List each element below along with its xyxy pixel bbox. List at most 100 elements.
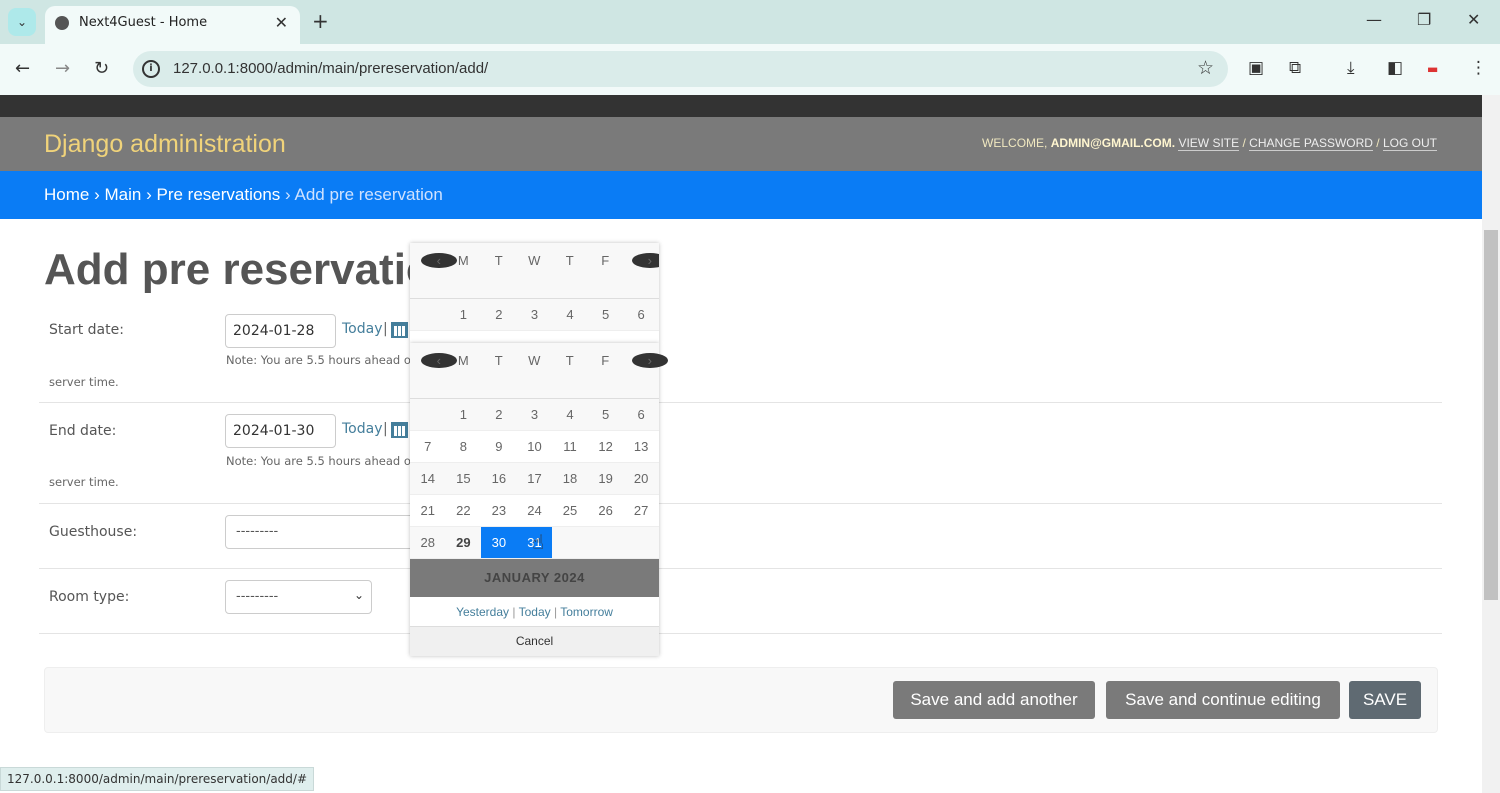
calendar-day[interactable]: 2 bbox=[481, 299, 517, 330]
end-date-input[interactable]: 2024-01-30 bbox=[225, 414, 336, 448]
calendar-day bbox=[410, 399, 446, 430]
change-password-link[interactable]: CHANGE PASSWORD bbox=[1249, 136, 1373, 151]
calendar-day[interactable]: 16 bbox=[481, 463, 517, 494]
new-tab-button[interactable]: + bbox=[312, 9, 329, 33]
calendar-day[interactable]: 2 bbox=[481, 399, 517, 430]
forward-button[interactable]: → bbox=[55, 58, 70, 79]
start-date-input[interactable]: 2024-01-28 bbox=[225, 314, 336, 348]
side-panel-icon[interactable]: ◧ bbox=[1387, 58, 1403, 78]
calendar-icon[interactable] bbox=[391, 322, 408, 338]
reload-button[interactable]: ↻ bbox=[94, 58, 109, 79]
next-month-icon[interactable]: › bbox=[632, 353, 668, 368]
breadcrumb-current: Add pre reservation bbox=[294, 185, 443, 204]
calendar-day[interactable]: 26 bbox=[588, 495, 624, 526]
calendar-day[interactable]: 3 bbox=[517, 399, 553, 430]
tomorrow-link[interactable]: Tomorrow bbox=[560, 605, 613, 619]
separator: | bbox=[383, 321, 388, 337]
timezone-note: Note: You are 5.5 hours ahead of bbox=[226, 353, 415, 367]
calendar-day[interactable]: 6 bbox=[623, 299, 659, 330]
calendar-day[interactable]: 25 bbox=[552, 495, 588, 526]
site-info-icon[interactable]: i bbox=[142, 60, 160, 78]
yesterday-link[interactable]: Yesterday bbox=[456, 605, 509, 619]
breadcrumb-home[interactable]: Home bbox=[44, 185, 89, 204]
save-and-add-another-button[interactable]: Save and add another bbox=[893, 681, 1095, 719]
calendar-day[interactable]: 23 bbox=[481, 495, 517, 526]
calendar-day[interactable]: 5 bbox=[588, 299, 624, 330]
calendar-day[interactable]: 28 bbox=[410, 527, 446, 558]
calendar-day[interactable]: 20 bbox=[623, 463, 659, 494]
save-and-continue-button[interactable]: Save and continue editing bbox=[1106, 681, 1340, 719]
calendar-day[interactable]: 29 bbox=[446, 527, 482, 558]
close-window-button[interactable]: ✕ bbox=[1467, 10, 1480, 29]
tab-search-button[interactable]: ⌄ bbox=[8, 8, 36, 36]
page-title: Add pre reservation bbox=[44, 245, 460, 294]
tab-title: Next4Guest - Home bbox=[79, 15, 208, 30]
calendar-week: 7 8 9 10 11 12 13 bbox=[410, 431, 659, 463]
calendar-day[interactable]: 24 bbox=[517, 495, 553, 526]
calendar-day[interactable]: 19 bbox=[588, 463, 624, 494]
calendar-icon[interactable] bbox=[391, 422, 408, 438]
calendar-day[interactable]: 9 bbox=[481, 431, 517, 462]
username: ADMIN@GMAIL.COM. bbox=[1050, 136, 1176, 150]
today-link[interactable]: Today bbox=[519, 605, 551, 619]
room-type-label: Room type: bbox=[49, 589, 130, 605]
menu-kebab-icon[interactable]: ⋮ bbox=[1470, 58, 1487, 78]
restore-button[interactable]: ❐ bbox=[1417, 10, 1431, 29]
browser-tab[interactable]: Next4Guest - Home ✕ bbox=[45, 6, 300, 44]
calendar-day[interactable]: 8 bbox=[446, 431, 482, 462]
minimize-button[interactable]: — bbox=[1366, 10, 1382, 29]
weekday-label: T bbox=[494, 353, 503, 368]
end-today-link[interactable]: Today bbox=[342, 421, 383, 437]
calendar-day[interactable]: 12 bbox=[588, 431, 624, 462]
scrollbar-thumb[interactable] bbox=[1484, 230, 1498, 600]
save-button[interactable]: SAVE bbox=[1349, 681, 1421, 719]
calendar-day[interactable]: 5 bbox=[588, 399, 624, 430]
weekday-label: W bbox=[528, 353, 541, 368]
breadcrumb-sep: › bbox=[285, 185, 291, 204]
separator: | bbox=[553, 605, 558, 619]
calendar-day[interactable]: 15 bbox=[446, 463, 482, 494]
calendar-day[interactable]: 27 bbox=[623, 495, 659, 526]
extensions-puzzle-icon[interactable]: ⧉ bbox=[1289, 58, 1301, 78]
download-icon[interactable]: ⤓ bbox=[1347, 58, 1355, 78]
calendar-day[interactable]: 13 bbox=[623, 431, 659, 462]
calendar-day[interactable]: 6 bbox=[623, 399, 659, 430]
logout-link[interactable]: LOG OUT bbox=[1382, 136, 1437, 151]
calendar-day[interactable]: 3 bbox=[517, 299, 553, 330]
calendar-day[interactable]: 1 bbox=[446, 399, 482, 430]
calendar-week: 123456 bbox=[410, 399, 659, 431]
breadcrumb-main[interactable]: Main bbox=[105, 185, 142, 204]
calendar-day[interactable]: 17 bbox=[517, 463, 553, 494]
calendar-day[interactable]: 4 bbox=[552, 399, 588, 430]
url-text: 127.0.0.1:8000/admin/main/prereservation… bbox=[173, 60, 489, 77]
site-brand[interactable]: Django administration bbox=[44, 130, 286, 159]
calendar-day[interactable]: 30 bbox=[481, 527, 517, 558]
profile-extension-icon[interactable]: ▣ bbox=[1248, 58, 1264, 78]
extension-badge-icon[interactable]: ▬ bbox=[1427, 62, 1438, 76]
calendar-day[interactable]: 10 bbox=[517, 431, 553, 462]
hand-cursor-icon: ☝ bbox=[532, 530, 545, 554]
next-month-icon[interactable]: › bbox=[632, 253, 659, 268]
calendar-day[interactable]: 14 bbox=[410, 463, 446, 494]
address-bar[interactable]: i 127.0.0.1:8000/admin/main/prereservati… bbox=[133, 51, 1228, 87]
breadcrumb-pre-reservations[interactable]: Pre reservations bbox=[157, 185, 281, 204]
calendar-day[interactable]: 18 bbox=[552, 463, 588, 494]
calendar-weekday-header: ‹ M T W T F › bbox=[410, 243, 659, 299]
calendar-cancel-button[interactable]: Cancel bbox=[410, 627, 659, 656]
close-tab-icon[interactable]: ✕ bbox=[275, 13, 288, 32]
weekday-label: W bbox=[528, 253, 541, 268]
start-today-link[interactable]: Today bbox=[342, 321, 383, 337]
calendar-day[interactable]: 22 bbox=[446, 495, 482, 526]
room-type-select[interactable]: --------- bbox=[225, 580, 372, 614]
calendar-day[interactable]: 7 bbox=[410, 431, 446, 462]
calendar-day[interactable]: 21 bbox=[410, 495, 446, 526]
calendar-day bbox=[552, 527, 588, 558]
calendar-day[interactable]: 1 bbox=[446, 299, 482, 330]
back-button[interactable]: ← bbox=[15, 58, 30, 79]
calendar-day[interactable]: 11 bbox=[552, 431, 588, 462]
weekday-label: F bbox=[601, 353, 610, 368]
guesthouse-select[interactable]: --------- bbox=[225, 515, 425, 549]
bookmark-star-icon[interactable]: ☆ bbox=[1197, 57, 1214, 79]
view-site-link[interactable]: VIEW SITE bbox=[1178, 136, 1240, 151]
calendar-day[interactable]: 4 bbox=[552, 299, 588, 330]
